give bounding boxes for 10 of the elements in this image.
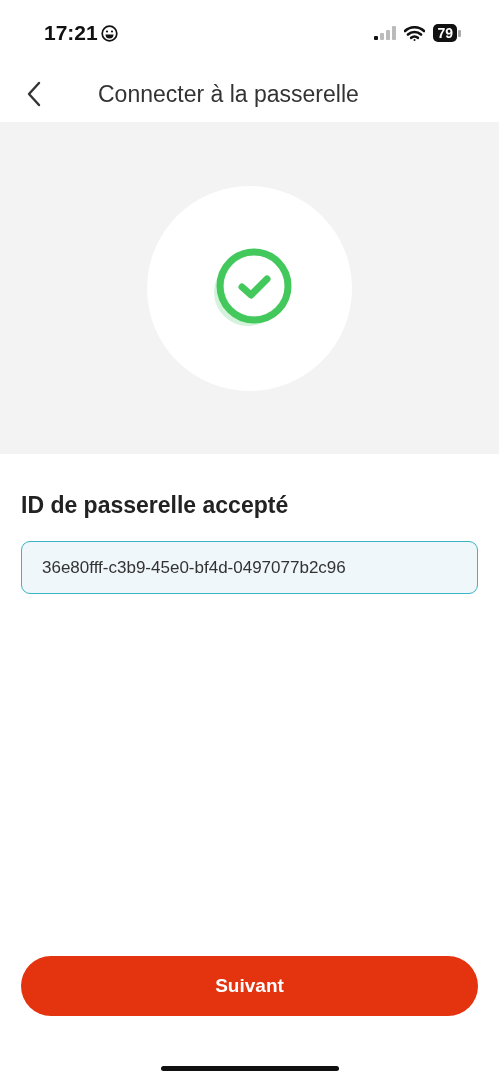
- signal-icon: [374, 26, 397, 40]
- status-time: 17:21: [44, 21, 98, 45]
- page-title: Connecter à la passerelle: [98, 80, 359, 108]
- section-heading: ID de passerelle accepté: [21, 492, 290, 519]
- next-button[interactable]: Suivant: [21, 956, 478, 1016]
- battery-tip-icon: [458, 29, 461, 37]
- gateway-id-field[interactable]: 36e80fff-c3b9-45e0-bf4d-0497077b2c96: [21, 541, 478, 594]
- smiley-icon: [100, 24, 118, 42]
- battery-level: 79: [433, 24, 457, 42]
- wifi-icon: [404, 25, 426, 41]
